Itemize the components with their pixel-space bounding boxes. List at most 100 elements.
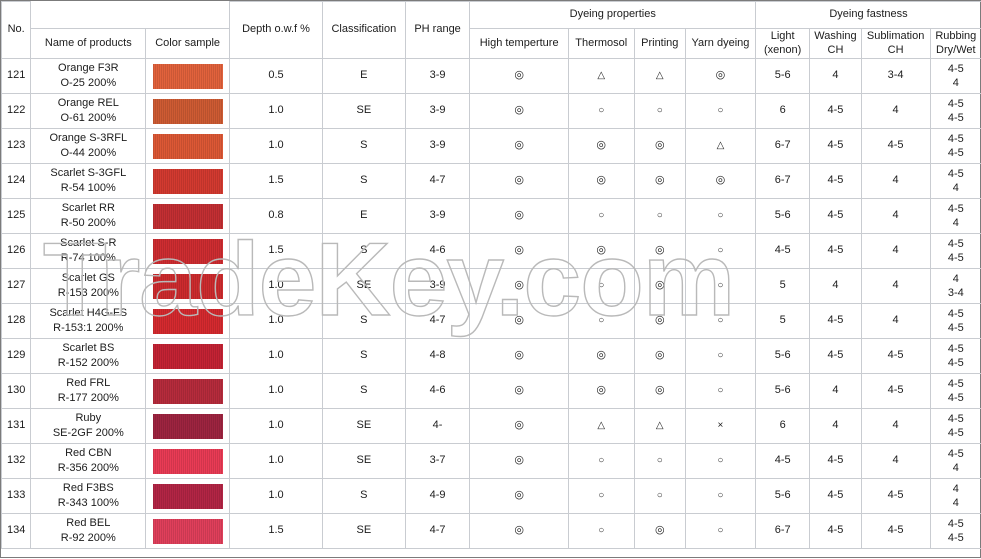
cell-color-sample <box>146 269 230 304</box>
cell-sublimation: 4-5 <box>861 339 930 374</box>
col-header-depth: Depth o.w.f % <box>229 2 322 59</box>
cell-high_temp: ◎ <box>470 269 568 304</box>
cell-product: Orange RELO-61 200% <box>31 94 146 129</box>
cell-classification: SE <box>323 514 406 549</box>
cell-sublimation: 4-5 <box>861 129 930 164</box>
cell-thermosol: ○ <box>568 444 634 479</box>
cell-classification: S <box>323 479 406 514</box>
cell-sublimation: 3-4 <box>861 59 930 94</box>
cell-classification: S <box>323 164 406 199</box>
rating-symbol-icon: ○ <box>598 316 604 326</box>
cell-light: 5-6 <box>755 199 809 234</box>
cell-product: Scarlet S-RR-74 100% <box>31 234 146 269</box>
cell-depth: 1.0 <box>229 479 322 514</box>
product-name: Red F3BS <box>31 482 145 496</box>
dyestuff-specification-table: No. Depth o.w.f % Classification PH rang… <box>0 0 981 558</box>
rating-symbol-icon: ○ <box>717 211 723 221</box>
col-header-thermosol: Thermosol <box>568 29 634 59</box>
col-header-yarn-dyeing: Yarn dyeing <box>685 29 755 59</box>
cell-depth: 1.5 <box>229 164 322 199</box>
cell-light: 5-6 <box>755 374 809 409</box>
rating-symbol-icon: △ <box>597 421 605 431</box>
color-swatch <box>153 169 223 194</box>
cell-high_temp: ◎ <box>470 94 568 129</box>
cell-yarn: × <box>685 409 755 444</box>
cell-no: 125 <box>2 199 31 234</box>
cell-printing: △ <box>634 409 685 444</box>
product-name: Scarlet S-R <box>31 237 145 251</box>
cell-ph: 4-7 <box>405 514 470 549</box>
rubbing-wet: 4-5 <box>931 426 981 440</box>
cell-rubbing: 4-54 <box>930 444 981 479</box>
rubbing-dry: 4-5 <box>931 342 981 356</box>
cell-no: 124 <box>2 164 31 199</box>
rubbing-dry: 4-5 <box>931 202 981 216</box>
rating-symbol-icon: ○ <box>598 526 604 536</box>
col-header-washing: Washing CH <box>810 29 861 59</box>
rating-symbol-icon: ◎ <box>514 315 524 326</box>
col-header-washing-sub: CH <box>810 44 860 58</box>
cell-color-sample <box>146 409 230 444</box>
rating-symbol-icon: ◎ <box>655 525 665 536</box>
col-header-rubbing-main: Rubbing <box>931 30 981 44</box>
cell-high_temp: ◎ <box>470 514 568 549</box>
rubbing-dry: 4-5 <box>931 237 981 251</box>
cell-light: 6-7 <box>755 164 809 199</box>
rating-symbol-icon: ○ <box>717 456 723 466</box>
cell-rubbing: 4-54 <box>930 59 981 94</box>
product-name: Ruby <box>31 412 145 426</box>
cell-printing: ◎ <box>634 374 685 409</box>
cell-thermosol: △ <box>568 59 634 94</box>
col-header-classification: Classification <box>323 2 406 59</box>
cell-printing: ○ <box>634 479 685 514</box>
table-row: 134Red BELR-92 200%1.5SE4-7◎○◎○6-74-54-5… <box>2 514 981 549</box>
cell-ph: 4-8 <box>405 339 470 374</box>
cell-no: 123 <box>2 129 31 164</box>
cell-no: 128 <box>2 304 31 339</box>
cell-classification: SE <box>323 94 406 129</box>
col-header-no: No. <box>2 2 31 59</box>
cell-product: Orange S-3RFLO-44 200% <box>31 129 146 164</box>
cell-rubbing: 4-54-5 <box>930 129 981 164</box>
cell-color-sample <box>146 479 230 514</box>
cell-sublimation: 4 <box>861 409 930 444</box>
rating-symbol-icon: ◎ <box>596 175 606 186</box>
cell-classification: SE <box>323 269 406 304</box>
cell-sublimation: 4 <box>861 304 930 339</box>
cell-color-sample <box>146 164 230 199</box>
cell-high_temp: ◎ <box>470 479 568 514</box>
table-body: 121Orange F3RO-25 200%0.5E3-9◎△△◎5-643-4… <box>2 59 981 549</box>
cell-ph: 4-7 <box>405 304 470 339</box>
cell-light: 4-5 <box>755 444 809 479</box>
cell-depth: 1.0 <box>229 129 322 164</box>
rubbing-wet: 4 <box>931 181 981 195</box>
rubbing-wet: 4-5 <box>931 321 981 335</box>
col-header-dyeing-fastness: Dyeing fastness <box>755 2 981 29</box>
rating-symbol-icon: × <box>718 421 724 431</box>
cell-high_temp: ◎ <box>470 199 568 234</box>
cell-ph: 3-9 <box>405 59 470 94</box>
cell-product: Red BELR-92 200% <box>31 514 146 549</box>
product-name: Orange REL <box>31 97 145 111</box>
cell-color-sample <box>146 234 230 269</box>
cell-washing: 4-5 <box>810 164 861 199</box>
cell-rubbing: 4-54-5 <box>930 94 981 129</box>
cell-ph: 4- <box>405 409 470 444</box>
cell-ph: 3-9 <box>405 269 470 304</box>
color-swatch <box>153 204 223 229</box>
col-header-light: Light (xenon) <box>755 29 809 59</box>
cell-printing: △ <box>634 59 685 94</box>
cell-ph: 3-9 <box>405 199 470 234</box>
rating-symbol-icon: ◎ <box>716 70 726 81</box>
rating-symbol-icon: ◎ <box>655 140 665 151</box>
cell-product: Scarlet BSR-152 200% <box>31 339 146 374</box>
product-name: Scarlet RR <box>31 202 145 216</box>
cell-product: Orange F3RO-25 200% <box>31 59 146 94</box>
rating-symbol-icon: ◎ <box>655 175 665 186</box>
cell-no: 121 <box>2 59 31 94</box>
rating-symbol-icon: ◎ <box>514 490 524 501</box>
rubbing-dry: 4 <box>931 482 981 496</box>
rating-symbol-icon: △ <box>656 421 664 431</box>
cell-product: Red F3BSR-343 100% <box>31 479 146 514</box>
cell-light: 5 <box>755 269 809 304</box>
